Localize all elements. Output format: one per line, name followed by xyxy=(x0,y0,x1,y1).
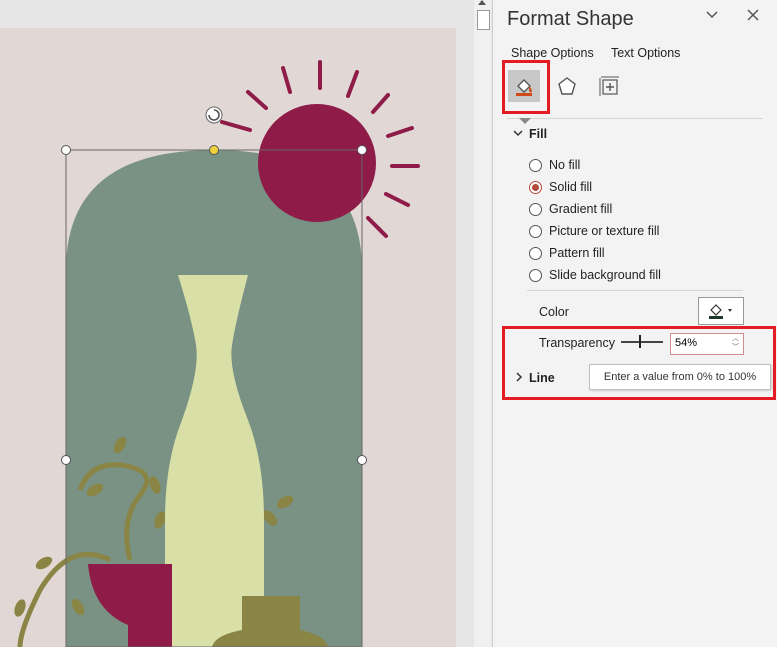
scroll-up-arrow-icon[interactable] xyxy=(478,0,486,5)
scroll-thumb[interactable] xyxy=(477,10,490,30)
fill-section-label: Fill xyxy=(529,127,548,141)
chevron-right-icon xyxy=(515,371,523,385)
radio-button[interactable] xyxy=(529,246,542,260)
radio-label: Slide background fill xyxy=(549,268,661,282)
chevron-down-icon[interactable] xyxy=(705,8,719,27)
spin-up-icon[interactable]: ︿ xyxy=(732,335,739,343)
radio-button[interactable] xyxy=(529,268,542,282)
spin-down-icon[interactable]: ﹀ xyxy=(732,344,739,352)
radio-button[interactable] xyxy=(529,224,542,238)
transparency-label: Transparency xyxy=(539,336,615,350)
radio-label: Picture or texture fill xyxy=(549,224,660,238)
color-picker-button[interactable] xyxy=(698,297,744,325)
tooltip: Enter a value from 0% to 100% xyxy=(589,364,771,390)
tab-text-options[interactable]: Text Options xyxy=(611,46,680,60)
radio-label: Pattern fill xyxy=(549,246,605,260)
transparency-spinner[interactable]: ︿ ﹀ xyxy=(670,333,744,355)
rotate-handle[interactable] xyxy=(205,106,223,124)
slide-artwork xyxy=(14,60,420,647)
radio-button[interactable] xyxy=(529,158,542,172)
adjustment-handle[interactable] xyxy=(209,145,219,155)
slider-thumb[interactable] xyxy=(639,335,641,348)
radio-slide-background-fill[interactable]: Slide background fill xyxy=(529,268,661,282)
color-label: Color xyxy=(539,305,569,319)
size-and-properties-icon[interactable] xyxy=(593,70,625,102)
radio-solid-fill[interactable]: Solid fill xyxy=(529,180,592,194)
transparency-slider[interactable] xyxy=(621,341,663,343)
line-section-header[interactable]: Line xyxy=(515,371,555,385)
radio-label: Solid fill xyxy=(549,180,593,194)
vertical-scrollbar[interactable] xyxy=(474,0,491,647)
slide-canvas[interactable] xyxy=(0,0,492,647)
line-section-label: Line xyxy=(529,371,555,385)
effects-icon[interactable] xyxy=(551,70,583,102)
transparency-input[interactable] xyxy=(671,334,719,352)
radio-button[interactable] xyxy=(529,202,542,216)
radio-no-fill[interactable]: No fill xyxy=(529,158,580,172)
close-icon[interactable] xyxy=(746,8,760,27)
fill-and-line-icon[interactable] xyxy=(508,70,540,102)
radio-gradient-fill[interactable]: Gradient fill xyxy=(529,202,612,216)
radio-button[interactable] xyxy=(529,180,542,194)
fill-section-header[interactable]: Fill xyxy=(513,127,547,141)
sun-circle[interactable] xyxy=(258,104,376,222)
radio-label: No fill xyxy=(549,158,581,172)
radio-picture-fill[interactable]: Picture or texture fill xyxy=(529,224,659,238)
chevron-down-icon xyxy=(513,127,523,141)
tab-shape-options[interactable]: Shape Options xyxy=(511,46,594,60)
format-shape-pane: Format Shape Shape Options Text Options … xyxy=(492,0,777,647)
pane-title: Format Shape xyxy=(507,8,634,30)
divider xyxy=(507,118,763,119)
tab-pointer-icon xyxy=(519,118,531,124)
radio-label: Gradient fill xyxy=(549,202,613,216)
divider xyxy=(527,290,743,291)
radio-pattern-fill[interactable]: Pattern fill xyxy=(529,246,605,260)
